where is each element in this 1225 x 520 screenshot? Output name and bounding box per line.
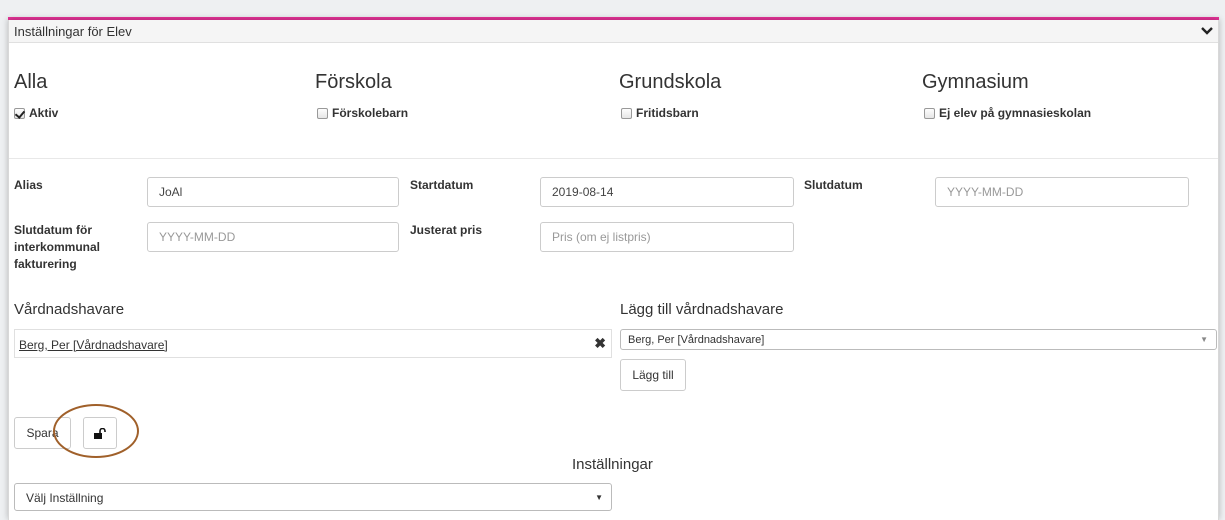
guardian-list: Berg, Per [Vårdnadshavare] ✖: [14, 329, 612, 358]
category-heading-grundskola: Grundskola: [619, 71, 722, 93]
add-guardian-heading: Lägg till vårdnadshavare: [620, 301, 784, 318]
interkommunal-label: Slutdatum för interkommunal fakturering: [14, 223, 101, 271]
panel-title: Inställningar för Elev: [14, 24, 132, 39]
checkbox-ej-elev-gymnasieskolan[interactable]: Ej elev på gymnasieskolan: [924, 106, 1091, 120]
panel-header[interactable]: Inställningar för Elev: [9, 20, 1218, 43]
category-heading-alla: Alla: [14, 71, 48, 93]
checkbox-label: Fritidsbarn: [636, 106, 699, 120]
slutdatum-input[interactable]: [935, 177, 1189, 207]
divider: [9, 158, 1218, 159]
justerat-pris-label: Justerat pris: [410, 223, 483, 237]
category-heading-gymnasium: Gymnasium: [922, 71, 1029, 93]
add-guardian-button[interactable]: Lägg till: [620, 359, 686, 391]
checkbox-box[interactable]: [924, 107, 935, 119]
guardians-heading: Vårdnadshavare: [14, 301, 125, 318]
dropdown-arrow-icon: ▼: [595, 493, 603, 502]
checkbox-fritidsbarn[interactable]: Fritidsbarn: [621, 106, 699, 120]
checkbox-box[interactable]: [317, 107, 328, 119]
annotation-circle: [53, 404, 139, 458]
settings-select[interactable]: Välj Inställning ▼: [14, 483, 612, 511]
checkbox-label: Förskolebarn: [332, 106, 409, 120]
checkbox-label: Ej elev på gymnasieskolan: [939, 106, 1092, 120]
justerat-pris-input[interactable]: [540, 222, 794, 252]
settings-select-value: Välj Inställning: [26, 491, 104, 505]
chevron-down-icon[interactable]: [1200, 24, 1214, 38]
alias-label: Alias: [14, 178, 43, 192]
add-guardian-select-value: Berg, Per [Vårdnadshavare]: [628, 334, 765, 346]
startdatum-label: Startdatum: [410, 178, 474, 192]
alias-input[interactable]: [147, 177, 399, 207]
settings-panel: Inställningar för Elev Alla Förskola Gru…: [8, 20, 1219, 520]
remove-guardian-icon[interactable]: ✖: [594, 336, 606, 350]
settings-heading: Inställningar: [572, 456, 653, 473]
checkbox-box[interactable]: [621, 107, 632, 119]
category-heading-forskola: Förskola: [315, 71, 392, 93]
checkbox-forskolebarn[interactable]: Förskolebarn: [317, 106, 408, 120]
add-guardian-select[interactable]: Berg, Per [Vårdnadshavare] ▼: [620, 329, 1217, 350]
checkbox-label: Aktiv: [29, 106, 59, 120]
checkbox-aktiv[interactable]: Aktiv: [14, 106, 58, 120]
slutdatum-label: Slutdatum: [804, 178, 863, 192]
interkommunal-date-input[interactable]: [147, 222, 399, 252]
checkbox-box[interactable]: [14, 107, 25, 119]
startdatum-input[interactable]: [540, 177, 794, 207]
guardian-link[interactable]: Berg, Per [Vårdnadshavare]: [19, 338, 168, 352]
dropdown-arrow-icon: ▼: [1200, 335, 1208, 344]
